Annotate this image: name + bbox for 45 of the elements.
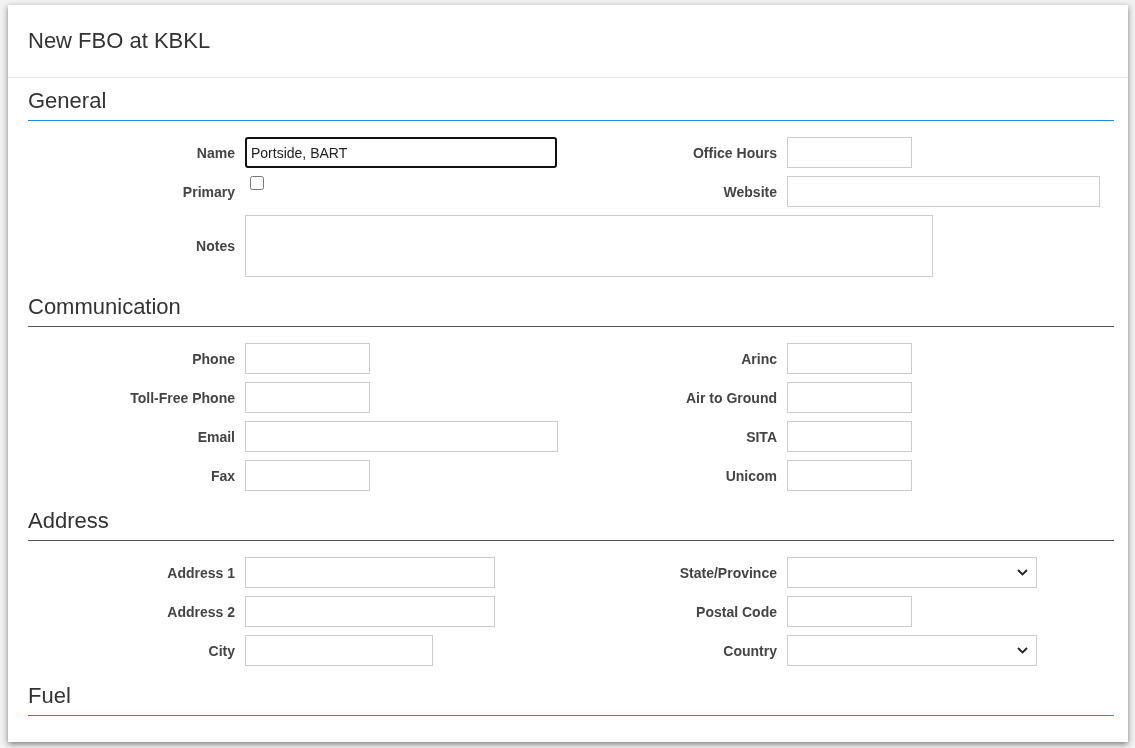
field-label: State/Province	[678, 564, 777, 581]
field-label: City	[207, 642, 235, 659]
select-field[interactable]	[787, 557, 1037, 588]
section-heading: Address	[28, 508, 1114, 541]
section-heading: Communication	[28, 294, 1114, 327]
notes-textarea[interactable]	[245, 215, 933, 277]
field-label: Name	[195, 144, 235, 161]
text-input[interactable]	[245, 557, 495, 588]
chevron-down-icon	[1017, 569, 1028, 576]
field-label: Email	[196, 428, 235, 445]
field-label: Toll-Free Phone	[129, 389, 235, 406]
primary-checkbox[interactable]	[250, 176, 264, 190]
field-label: Country	[722, 642, 777, 659]
chevron-down-icon	[1017, 647, 1028, 654]
field-label: Fax	[209, 467, 235, 484]
text-input[interactable]	[787, 382, 912, 413]
text-input[interactable]	[245, 460, 370, 491]
field-label: SITA	[745, 428, 777, 445]
field-label: Office Hours	[692, 144, 777, 161]
text-input[interactable]	[787, 137, 912, 168]
dialog-title: New FBO at KBKL	[28, 28, 211, 54]
text-input[interactable]	[787, 460, 912, 491]
text-input[interactable]	[787, 176, 1100, 207]
field-label: Address 2	[166, 603, 235, 620]
field-label: Unicom	[724, 467, 777, 484]
field-label: Primary	[181, 183, 235, 200]
field-label: Notes	[195, 238, 235, 254]
field-label: Website	[722, 183, 777, 200]
field-label: Address 1	[166, 564, 235, 581]
select-field[interactable]	[787, 635, 1037, 666]
field-label: Phone	[191, 350, 235, 367]
text-input[interactable]	[245, 596, 495, 627]
text-input[interactable]	[245, 382, 370, 413]
text-input[interactable]: Portside, BART	[245, 137, 557, 168]
section-heading: Fuel	[28, 683, 1114, 716]
field-label: Air to Ground	[685, 389, 777, 406]
field-label: Arinc	[740, 350, 777, 367]
text-input[interactable]	[245, 421, 558, 452]
text-input[interactable]	[787, 343, 912, 374]
text-input[interactable]	[245, 635, 433, 666]
section-heading: General	[28, 88, 1114, 121]
text-input[interactable]	[787, 596, 912, 627]
text-input[interactable]	[245, 343, 370, 374]
text-input[interactable]	[787, 421, 912, 452]
field-label: Postal Code	[695, 603, 777, 620]
